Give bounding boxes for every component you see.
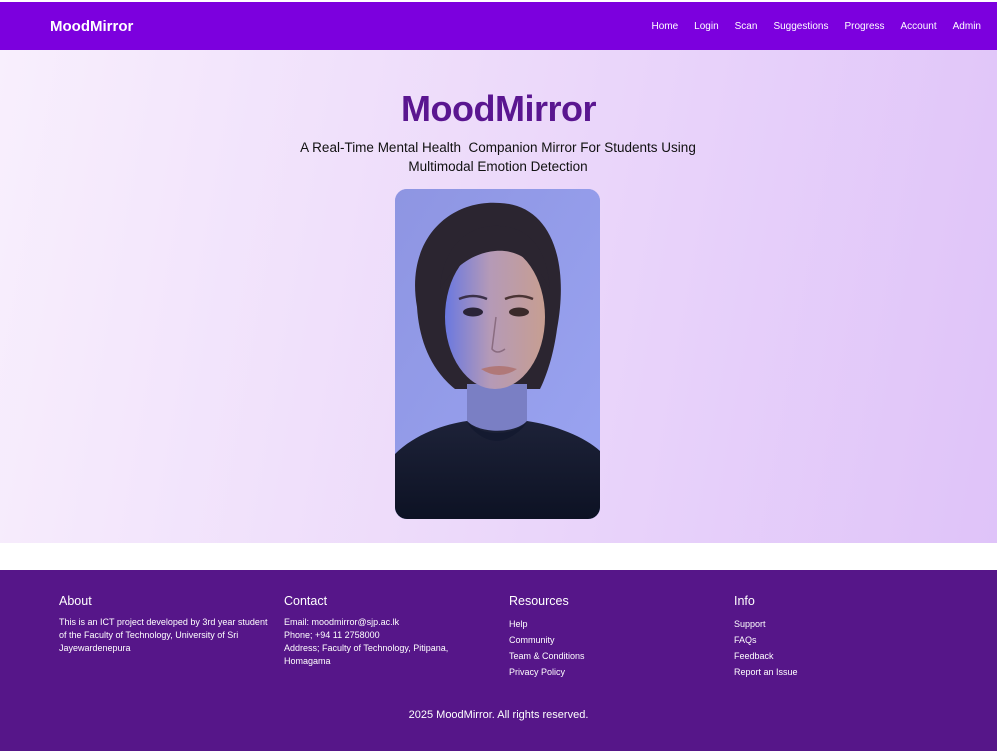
footer-about: About This is an ICT project developed b… — [59, 594, 269, 655]
footer-contact-email: Email: moodmirror@sjp.ac.lk — [284, 617, 400, 627]
portrait-image — [395, 189, 600, 519]
hero-section: MoodMirror A Real-Time Mental Health Com… — [0, 50, 997, 543]
brand-logo[interactable]: MoodMirror — [50, 18, 133, 35]
footer-about-heading: About — [59, 594, 92, 608]
footer-contact-address: Address; Faculty of Technology, Pitipana… — [284, 643, 449, 666]
footer-link-support[interactable]: Support — [734, 619, 766, 629]
footer-link-report-issue[interactable]: Report an Issue — [734, 667, 798, 677]
nav-link-account[interactable]: Account — [901, 21, 937, 32]
footer-copyright: 2025 MoodMirror. All rights reserved. — [408, 709, 589, 721]
footer-info-heading: Info — [734, 594, 755, 608]
footer-link-faqs[interactable]: FAQs — [734, 635, 757, 645]
footer-info: Info Support FAQs Feedback Report an Iss… — [734, 594, 944, 680]
hero-title: MoodMirror — [401, 88, 596, 129]
footer-contact-heading: Contact — [284, 594, 328, 608]
nav-link-progress[interactable]: Progress — [844, 21, 884, 32]
nav-link-home[interactable]: Home — [651, 21, 678, 32]
nav-links: Home Login Scan Suggestions Progress Acc… — [635, 21, 981, 32]
footer-link-community[interactable]: Community — [509, 635, 555, 645]
footer-contact-phone: Phone; +94 11 2758000 — [284, 630, 380, 640]
footer-resources: Resources Help Community Team & Conditio… — [509, 594, 719, 680]
top-navbar: MoodMirror Home Login Scan Suggestions P… — [0, 2, 997, 50]
footer-link-feedback[interactable]: Feedback — [734, 651, 774, 661]
footer-link-help[interactable]: Help — [509, 619, 528, 629]
footer-about-text: This is an ICT project developed by 3rd … — [59, 617, 268, 653]
site-footer: About This is an ICT project developed b… — [0, 570, 997, 751]
nav-link-login[interactable]: Login — [694, 21, 718, 32]
footer-contact: Contact Email: moodmirror@sjp.ac.lk Phon… — [284, 594, 494, 668]
footer-link-privacy-policy[interactable]: Privacy Policy — [509, 667, 565, 677]
footer-link-team-conditions[interactable]: Team & Conditions — [509, 651, 585, 661]
nav-link-scan[interactable]: Scan — [735, 21, 758, 32]
footer-resources-heading: Resources — [509, 594, 569, 608]
hero-subtitle: A Real-Time Mental Health Companion Mirr… — [300, 140, 700, 174]
nav-link-admin[interactable]: Admin — [953, 21, 981, 32]
nav-link-suggestions[interactable]: Suggestions — [773, 21, 828, 32]
